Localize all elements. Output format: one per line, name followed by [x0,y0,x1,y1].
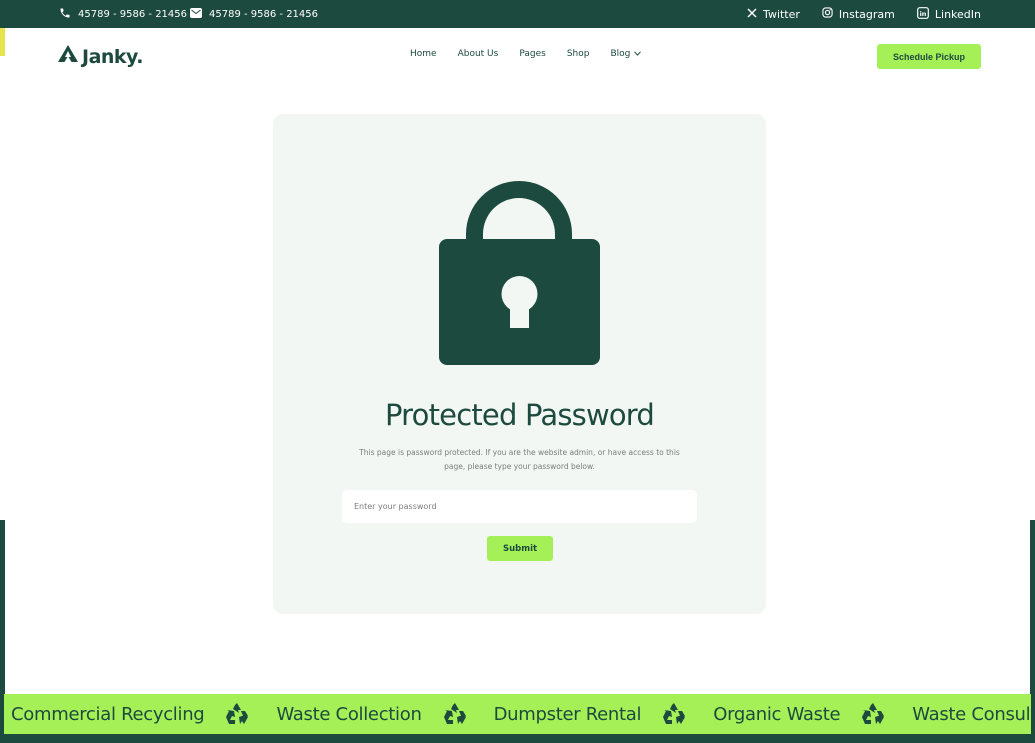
bottom-strip [4,734,1031,743]
recycle-icon [661,702,687,726]
svg-text:in: in [919,10,926,18]
instagram-link[interactable]: Instagram [822,7,895,21]
page-title: Protected Password [384,398,655,432]
top-bar: 45789 - 9586 - 21456 45789 - 9586 - 2145… [0,0,1035,28]
marquee-item: Waste Collection [268,702,485,726]
main-menu: Home About Us Pages Shop Blog [410,49,642,59]
schedule-pickup-button[interactable]: Schedule Pickup [877,44,981,69]
password-input[interactable] [342,490,697,523]
marquee-text: Dumpster Rental [493,703,642,725]
mail-icon [190,7,202,21]
instagram-label: Instagram [838,7,895,21]
description-line-2: page, please type your password below. [444,462,595,471]
description-line-1: This page is password protected. If you … [359,448,680,457]
phone-number: 45789 - 9586 - 21456 [78,8,188,20]
marquee-item: Commercial Recycling [4,702,268,726]
leaf-logo-icon [58,45,78,68]
linkedin-link[interactable]: in LinkedIn [916,6,981,22]
x-icon [747,7,757,21]
password-card: Protected Password This page is password… [273,114,766,614]
marquee-text: Waste Consulting [912,703,1031,725]
recycle-icon [442,702,468,726]
nav-home[interactable]: Home [410,49,437,59]
marquee-item: Organic Waste [705,702,904,726]
phone-icon [59,7,71,22]
linkedin-label: LinkedIn [934,7,981,21]
nav-shop[interactable]: Shop [567,49,590,59]
phone-contact[interactable]: 45789 - 9586 - 21456 [59,0,187,28]
social-links: Twitter Instagram in LinkedIn [747,0,981,28]
marquee-item: Dumpster Rental [486,702,706,726]
marquee-text: Organic Waste [713,703,841,725]
recycle-icon [224,702,250,726]
email-contact[interactable]: 45789 - 9586 - 21456 [190,0,318,28]
twitter-label: Twitter [763,7,800,21]
marquee-text: Waste Collection [276,703,422,725]
brand-name: Janky. [82,45,143,68]
services-marquee: Commercial Recycling Waste Collection Du… [4,694,1031,734]
nav-pages[interactable]: Pages [519,49,545,59]
recycle-icon [860,702,886,726]
main-navbar: Janky. Home About Us Pages Shop Blog Sch… [0,28,1035,86]
instagram-icon [822,7,833,21]
submit-button[interactable]: Submit [487,536,553,561]
marquee-text: Commercial Recycling [11,703,205,725]
page-description: This page is password protected. If you … [353,446,686,474]
email-text: 45789 - 9586 - 21456 [209,8,319,20]
lock-icon [439,176,600,369]
chevron-down-icon [634,49,642,59]
nav-blog-label: Blog [610,49,631,59]
nav-about-us[interactable]: About Us [458,49,499,59]
brand-logo[interactable]: Janky. [58,45,143,68]
linkedin-icon: in [916,6,929,22]
marquee-item: Waste Consulting [904,704,1031,725]
nav-blog[interactable]: Blog [610,49,642,59]
twitter-link[interactable]: Twitter [747,8,800,21]
